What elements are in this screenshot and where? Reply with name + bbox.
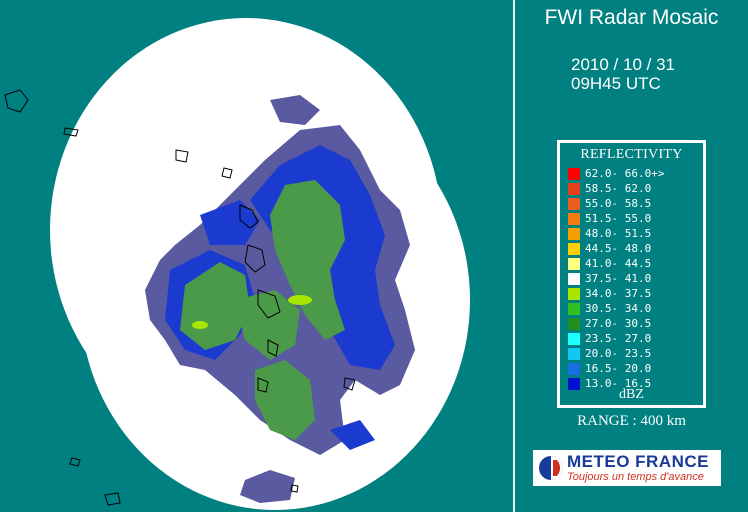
legend-swatch bbox=[568, 303, 580, 315]
legend-entry: 27.0- 30.5 bbox=[568, 317, 698, 331]
legend-entry-label: 30.5- 34.0 bbox=[585, 302, 652, 315]
meteo-france-logo-icon bbox=[539, 456, 563, 480]
legend-entry-label: 55.0- 58.5 bbox=[585, 197, 652, 210]
legend-entry: 51.5- 55.0 bbox=[568, 212, 698, 226]
info-panel: FWI Radar Mosaic 2010 / 10 / 31 09H45 UT… bbox=[515, 0, 748, 512]
legend-entry-label: 27.0- 30.5 bbox=[585, 317, 652, 330]
range-label: RANGE : 400 km bbox=[577, 413, 686, 429]
logo-tagline: Toujours un temps d'avance bbox=[567, 471, 704, 483]
map-title: FWI Radar Mosaic bbox=[544, 6, 719, 29]
legend-swatch bbox=[568, 333, 580, 345]
legend-entry: 41.0- 44.5 bbox=[568, 257, 698, 271]
legend-swatch bbox=[568, 273, 580, 285]
legend-entry: 23.5- 27.0 bbox=[568, 332, 698, 346]
legend-entry-label: 58.5- 62.0 bbox=[585, 182, 652, 195]
legend-swatch bbox=[568, 258, 580, 270]
legend-entry-label: 41.0- 44.5 bbox=[585, 257, 652, 270]
legend-swatch bbox=[568, 318, 580, 330]
legend-entry: 34.0- 37.5 bbox=[568, 287, 698, 301]
legend-swatch bbox=[568, 243, 580, 255]
legend-entry-label: 51.5- 55.0 bbox=[585, 212, 652, 225]
legend-entry-label: 48.0- 51.5 bbox=[585, 227, 652, 240]
legend-entry-label: 20.0- 23.5 bbox=[585, 347, 652, 360]
reflectivity-legend: REFLECTIVITY 62.0- 66.0+> 58.5- 62.0 55.0-… bbox=[557, 140, 706, 408]
legend-title: REFLECTIVITY bbox=[580, 147, 683, 162]
legend-entry: 58.5- 62.0 bbox=[568, 182, 698, 196]
time-label: 09H45 UTC bbox=[571, 74, 661, 93]
legend-entry: 48.0- 51.5 bbox=[568, 227, 698, 241]
legend-entry: 44.5- 48.0 bbox=[568, 242, 698, 256]
legend-swatch bbox=[568, 348, 580, 360]
legend-entry: 20.0- 23.5 bbox=[568, 347, 698, 361]
legend-swatch bbox=[568, 168, 580, 180]
legend-entry: 37.5- 41.0 bbox=[568, 272, 698, 286]
legend-entry-label: 16.5- 20.0 bbox=[585, 362, 652, 375]
meteo-france-logo: METEO FRANCE Toujours un temps d'avance bbox=[533, 450, 721, 486]
legend-entry: 62.0- 66.0+> bbox=[568, 167, 698, 181]
legend-swatch bbox=[568, 213, 580, 225]
legend-entry-label: 62.0- 66.0+> bbox=[585, 167, 665, 180]
legend-entry-label: 37.5- 41.0 bbox=[585, 272, 652, 285]
logo-name: METEO FRANCE bbox=[567, 452, 709, 471]
date-label: 2010 / 10 / 31 bbox=[571, 55, 675, 74]
legend-swatch bbox=[568, 198, 580, 210]
legend-entry: 30.5- 34.0 bbox=[568, 302, 698, 316]
legend-entry-label: 44.5- 48.0 bbox=[585, 242, 652, 255]
legend-swatch bbox=[568, 363, 580, 375]
legend-swatch bbox=[568, 228, 580, 240]
legend-swatch bbox=[568, 183, 580, 195]
legend-entry: 16.5- 20.0 bbox=[568, 362, 698, 376]
radar-map bbox=[4, 18, 470, 510]
legend-entry-label: 34.0- 37.5 bbox=[585, 287, 652, 300]
legend-entry: 55.0- 58.5 bbox=[568, 197, 698, 211]
legend-swatch bbox=[568, 288, 580, 300]
legend-unit: dBZ bbox=[619, 387, 644, 402]
legend-entry-label: 23.5- 27.0 bbox=[585, 332, 652, 345]
